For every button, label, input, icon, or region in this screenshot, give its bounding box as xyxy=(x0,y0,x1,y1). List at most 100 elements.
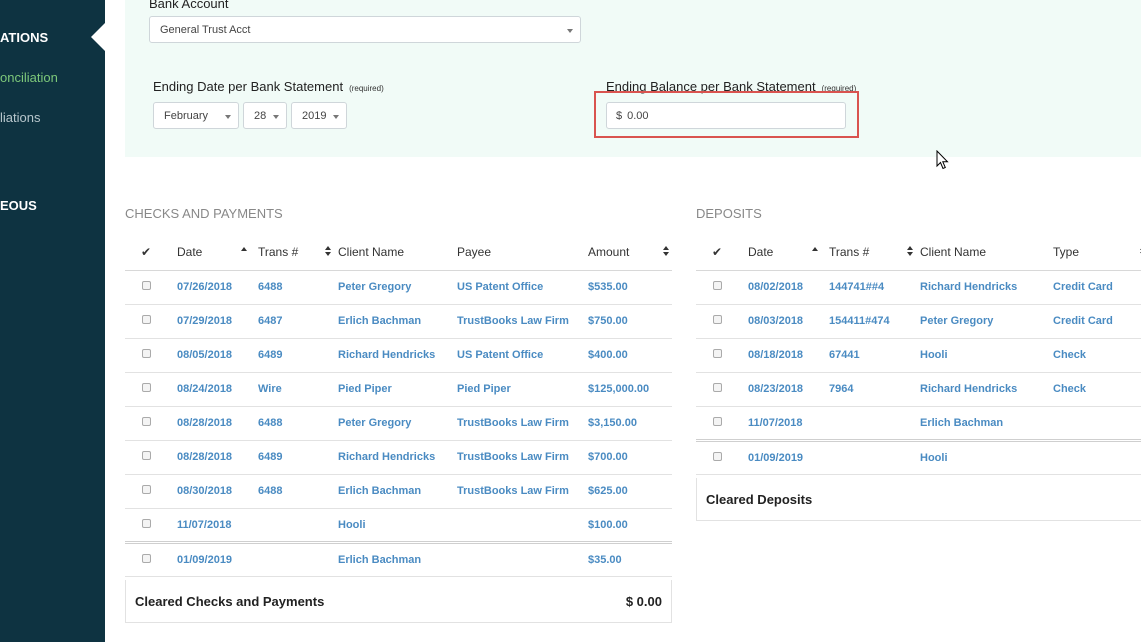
column-header-payee[interactable]: Payee xyxy=(453,234,588,271)
column-header-type[interactable]: Type xyxy=(1049,234,1141,271)
table-row[interactable]: 08/24/2018 Wire Pied Piper Pied Piper $125,0… xyxy=(125,372,672,407)
client-cell[interactable]: Hooli xyxy=(916,440,1049,475)
trans-cell[interactable]: 67441 xyxy=(824,338,916,373)
payee-cell[interactable]: TrustBooks Law Firm xyxy=(453,304,588,339)
payee-cell[interactable]: TrustBooks Law Firm xyxy=(453,474,588,509)
amount-cell[interactable]: $3,150.00 xyxy=(588,406,672,441)
row-checkbox[interactable] xyxy=(142,553,151,563)
ending-balance-input[interactable]: $ 0.00 xyxy=(606,102,846,129)
row-checkbox[interactable] xyxy=(713,451,722,461)
date-cell[interactable]: 01/09/2019 xyxy=(740,440,824,475)
date-cell[interactable]: 08/18/2018 xyxy=(740,338,824,373)
row-checkbox[interactable] xyxy=(713,315,722,324)
row-checkbox[interactable] xyxy=(142,315,151,324)
table-row[interactable]: 11/07/2018 Hooli $100.00 xyxy=(125,508,672,544)
date-cell[interactable]: 07/29/2018 xyxy=(169,304,253,339)
column-header-client[interactable]: Client Name xyxy=(334,234,453,271)
date-cell[interactable]: 01/09/2019 xyxy=(169,542,253,577)
column-header-trans[interactable]: Trans # xyxy=(253,234,334,271)
client-cell[interactable]: Hooli xyxy=(916,338,1049,373)
row-checkbox[interactable] xyxy=(713,383,722,392)
row-checkbox[interactable] xyxy=(713,416,722,426)
amount-cell[interactable]: $400.00 xyxy=(588,338,672,373)
table-row[interactable]: 08/28/2018 6488 Peter Gregory TrustBooks La… xyxy=(125,406,672,441)
trans-cell[interactable]: 6489 xyxy=(253,440,334,475)
month-select[interactable]: February xyxy=(153,102,239,129)
table-row[interactable]: 08/30/2018 6488 Erlich Bachman TrustBooks L… xyxy=(125,474,672,509)
amount-cell[interactable]: $535.00 xyxy=(588,270,672,305)
trans-cell[interactable]: 7964 xyxy=(824,372,916,407)
bank-account-select[interactable]: General Trust Acct xyxy=(149,16,581,43)
row-checkbox[interactable] xyxy=(142,383,151,392)
trans-cell[interactable]: 6488 xyxy=(253,474,334,509)
date-cell[interactable]: 08/30/2018 xyxy=(169,474,253,509)
table-row[interactable]: 08/05/2018 6489 Richard Hendricks US Patent… xyxy=(125,338,672,373)
row-checkbox[interactable] xyxy=(713,281,722,290)
sidebar-item-reconciliations[interactable]: liations xyxy=(0,110,40,125)
date-cell[interactable]: 08/28/2018 xyxy=(169,406,253,441)
date-cell[interactable]: 11/07/2018 xyxy=(169,508,253,544)
amount-cell[interactable]: $125,000.00 xyxy=(588,372,672,407)
select-all-checkmark-icon[interactable]: ✔ xyxy=(125,234,169,271)
table-row[interactable]: 08/03/2018 154411#474 Peter Gregory Credit … xyxy=(696,304,1141,339)
year-select[interactable]: 2019 xyxy=(291,102,347,129)
client-cell[interactable]: Peter Gregory xyxy=(334,270,453,305)
client-cell[interactable]: Richard Hendricks xyxy=(334,338,453,373)
day-select[interactable]: 28 xyxy=(243,102,287,129)
payee-cell[interactable]: US Patent Office xyxy=(453,270,588,305)
table-row[interactable]: 07/26/2018 6488 Peter Gregory US Patent Off… xyxy=(125,270,672,305)
table-row[interactable]: 08/18/2018 67441 Hooli Check xyxy=(696,338,1141,373)
row-checkbox[interactable] xyxy=(142,518,151,528)
type-cell[interactable]: Check xyxy=(1049,372,1141,407)
date-cell[interactable]: 11/07/2018 xyxy=(740,406,824,442)
table-row[interactable]: 11/07/2018 Erlich Bachman xyxy=(696,406,1141,442)
amount-cell[interactable]: $35.00 xyxy=(588,542,672,577)
row-checkbox[interactable] xyxy=(142,349,151,358)
column-header-client[interactable]: Client Name xyxy=(916,234,1049,271)
client-cell[interactable]: Erlich Bachman xyxy=(916,406,1049,442)
date-cell[interactable]: 08/03/2018 xyxy=(740,304,824,339)
date-cell[interactable]: 08/24/2018 xyxy=(169,372,253,407)
date-cell[interactable]: 08/23/2018 xyxy=(740,372,824,407)
table-row[interactable]: 01/09/2019 Hooli xyxy=(696,440,1141,475)
type-cell[interactable]: Credit Card xyxy=(1049,304,1141,339)
trans-cell[interactable]: 144741##4 xyxy=(824,270,916,305)
client-cell[interactable]: Erlich Bachman xyxy=(334,474,453,509)
date-cell[interactable]: 08/02/2018 xyxy=(740,270,824,305)
client-cell[interactable]: Hooli xyxy=(334,508,453,544)
row-checkbox[interactable] xyxy=(142,451,151,460)
select-all-checkmark-icon[interactable]: ✔ xyxy=(696,234,740,271)
amount-cell[interactable]: $625.00 xyxy=(588,474,672,509)
sidebar-section-reconciliations[interactable]: ATIONS xyxy=(0,30,48,45)
trans-cell[interactable]: 154411#474 xyxy=(824,304,916,339)
payee-cell[interactable]: TrustBooks Law Firm xyxy=(453,406,588,441)
row-checkbox[interactable] xyxy=(142,281,151,290)
trans-cell[interactable]: 6487 xyxy=(253,304,334,339)
date-cell[interactable]: 08/28/2018 xyxy=(169,440,253,475)
column-header-date[interactable]: Date xyxy=(740,234,824,271)
client-cell[interactable]: Pied Piper xyxy=(334,372,453,407)
date-cell[interactable]: 07/26/2018 xyxy=(169,270,253,305)
type-cell[interactable]: Check xyxy=(1049,338,1141,373)
table-row[interactable]: 08/02/2018 144741##4 Richard Hendricks Cred… xyxy=(696,270,1141,305)
payee-cell[interactable]: TrustBooks Law Firm xyxy=(453,440,588,475)
amount-cell[interactable]: $100.00 xyxy=(588,508,672,544)
trans-cell[interactable]: 6488 xyxy=(253,270,334,305)
row-checkbox[interactable] xyxy=(142,485,151,494)
amount-cell[interactable]: $750.00 xyxy=(588,304,672,339)
table-row[interactable]: 07/29/2018 6487 Erlich Bachman TrustBooks L… xyxy=(125,304,672,339)
table-row[interactable]: 08/28/2018 6489 Richard Hendricks TrustBook… xyxy=(125,440,672,475)
table-row[interactable]: 08/23/2018 7964 Richard Hendricks Check xyxy=(696,372,1141,407)
trans-cell[interactable]: 6488 xyxy=(253,406,334,441)
payee-cell[interactable]: US Patent Office xyxy=(453,338,588,373)
client-cell[interactable]: Richard Hendricks xyxy=(916,270,1049,305)
table-row[interactable]: 01/09/2019 Erlich Bachman $35.00 xyxy=(125,542,672,577)
sidebar-item-reconciliation[interactable]: onciliation xyxy=(0,70,58,85)
client-cell[interactable]: Richard Hendricks xyxy=(916,372,1049,407)
column-header-trans[interactable]: Trans # xyxy=(824,234,916,271)
client-cell[interactable]: Erlich Bachman xyxy=(334,542,453,577)
column-header-amount[interactable]: Amount xyxy=(588,234,672,271)
row-checkbox[interactable] xyxy=(142,417,151,426)
client-cell[interactable]: Peter Gregory xyxy=(334,406,453,441)
type-cell[interactable]: Credit Card xyxy=(1049,270,1141,305)
